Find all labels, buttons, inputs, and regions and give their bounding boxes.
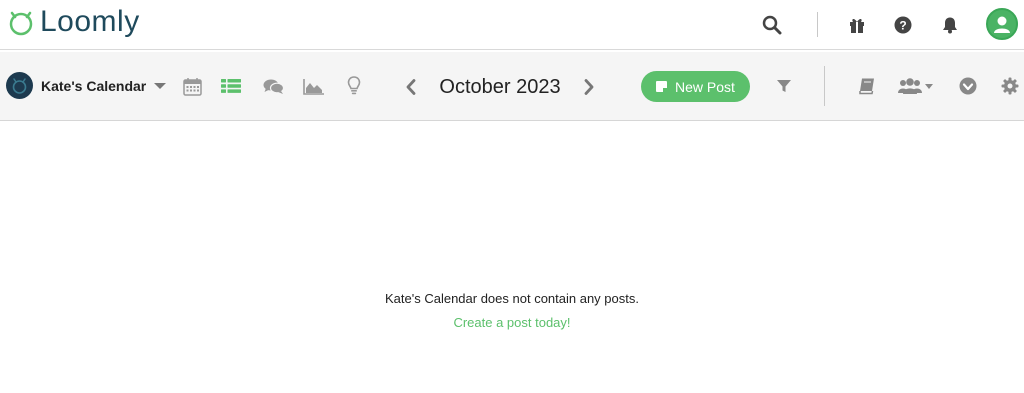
calendar-grid-icon[interactable] (181, 75, 203, 97)
chevron-down-icon (154, 82, 167, 89)
toolbar-divider (824, 66, 825, 106)
calendar-toolbar: Kate's Calendar October 2023 New Post (0, 52, 1024, 121)
calendar-logo-icon (12, 78, 27, 94)
chevron-right-icon (584, 79, 594, 95)
calendar-selector[interactable]: Kate's Calendar (6, 72, 167, 99)
chevron-left-icon (406, 79, 416, 95)
gift-icon[interactable] (845, 13, 869, 37)
top-navigation-bar: Loomly ? (0, 0, 1024, 50)
list-view-icon[interactable] (220, 75, 242, 97)
calendar-name: Kate's Calendar (41, 77, 147, 94)
ideas-lightbulb-icon[interactable] (343, 75, 365, 97)
next-month-button[interactable] (582, 78, 596, 96)
analytics-icon[interactable] (303, 75, 325, 97)
loomly-logo[interactable]: Loomly (6, 6, 140, 38)
search-icon[interactable] (760, 13, 784, 37)
help-icon[interactable]: ? (891, 13, 915, 37)
filter-icon[interactable] (773, 75, 795, 97)
new-post-label: New Post (675, 78, 735, 95)
topbar-divider (817, 12, 818, 37)
team-users-icon[interactable] (898, 75, 938, 97)
user-silhouette-icon (994, 16, 1010, 33)
empty-state-message: Kate's Calendar does not contain any pos… (385, 291, 639, 306)
calendar-avatar (6, 72, 33, 99)
current-month-label: October 2023 (439, 76, 561, 98)
new-post-button[interactable]: New Post (641, 71, 750, 102)
previous-month-button[interactable] (404, 78, 418, 96)
svg-text:?: ? (899, 19, 906, 33)
settings-gear-icon[interactable] (999, 75, 1021, 97)
logo-text: Loomly (40, 5, 140, 38)
create-post-link[interactable]: Create a post today! (453, 314, 570, 332)
library-book-icon[interactable] (856, 75, 878, 97)
note-icon (656, 81, 668, 92)
user-avatar[interactable] (986, 8, 1018, 40)
loomly-logo-icon (9, 11, 33, 36)
download-icon[interactable] (957, 75, 979, 97)
bell-icon[interactable] (938, 13, 962, 37)
comments-icon[interactable] (262, 75, 284, 97)
empty-state: Kate's Calendar does not contain any pos… (0, 290, 1024, 332)
